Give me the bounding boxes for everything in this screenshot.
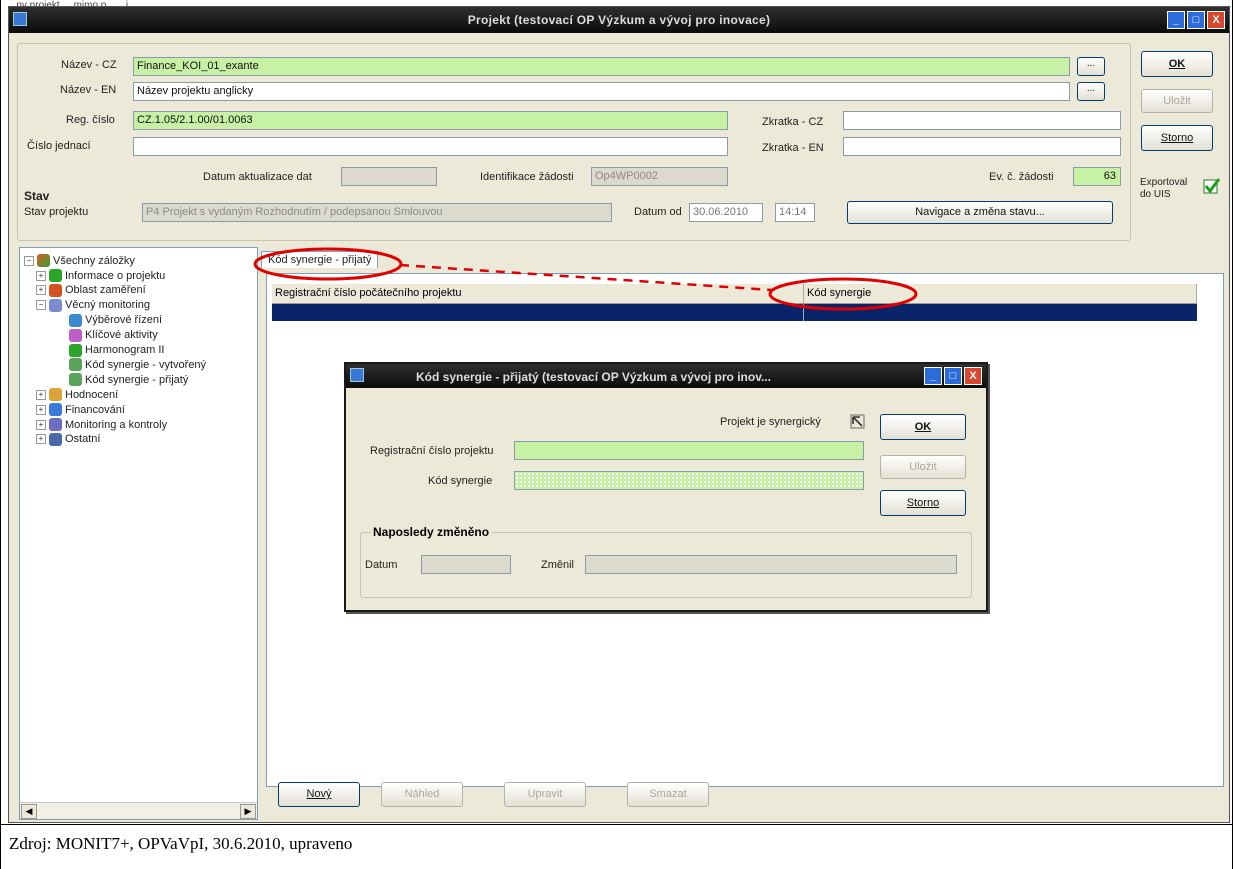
highlight-ellipse-tab — [253, 247, 403, 281]
highlight-connector — [399, 263, 773, 292]
annotation-overlay — [253, 247, 918, 311]
highlight-ellipse-column — [768, 277, 918, 311]
source-caption: Zdroj: MONIT7+, OPVaVpI, 30.6.2010, upra… — [9, 834, 353, 853]
caption-separator — [0, 824, 1233, 825]
